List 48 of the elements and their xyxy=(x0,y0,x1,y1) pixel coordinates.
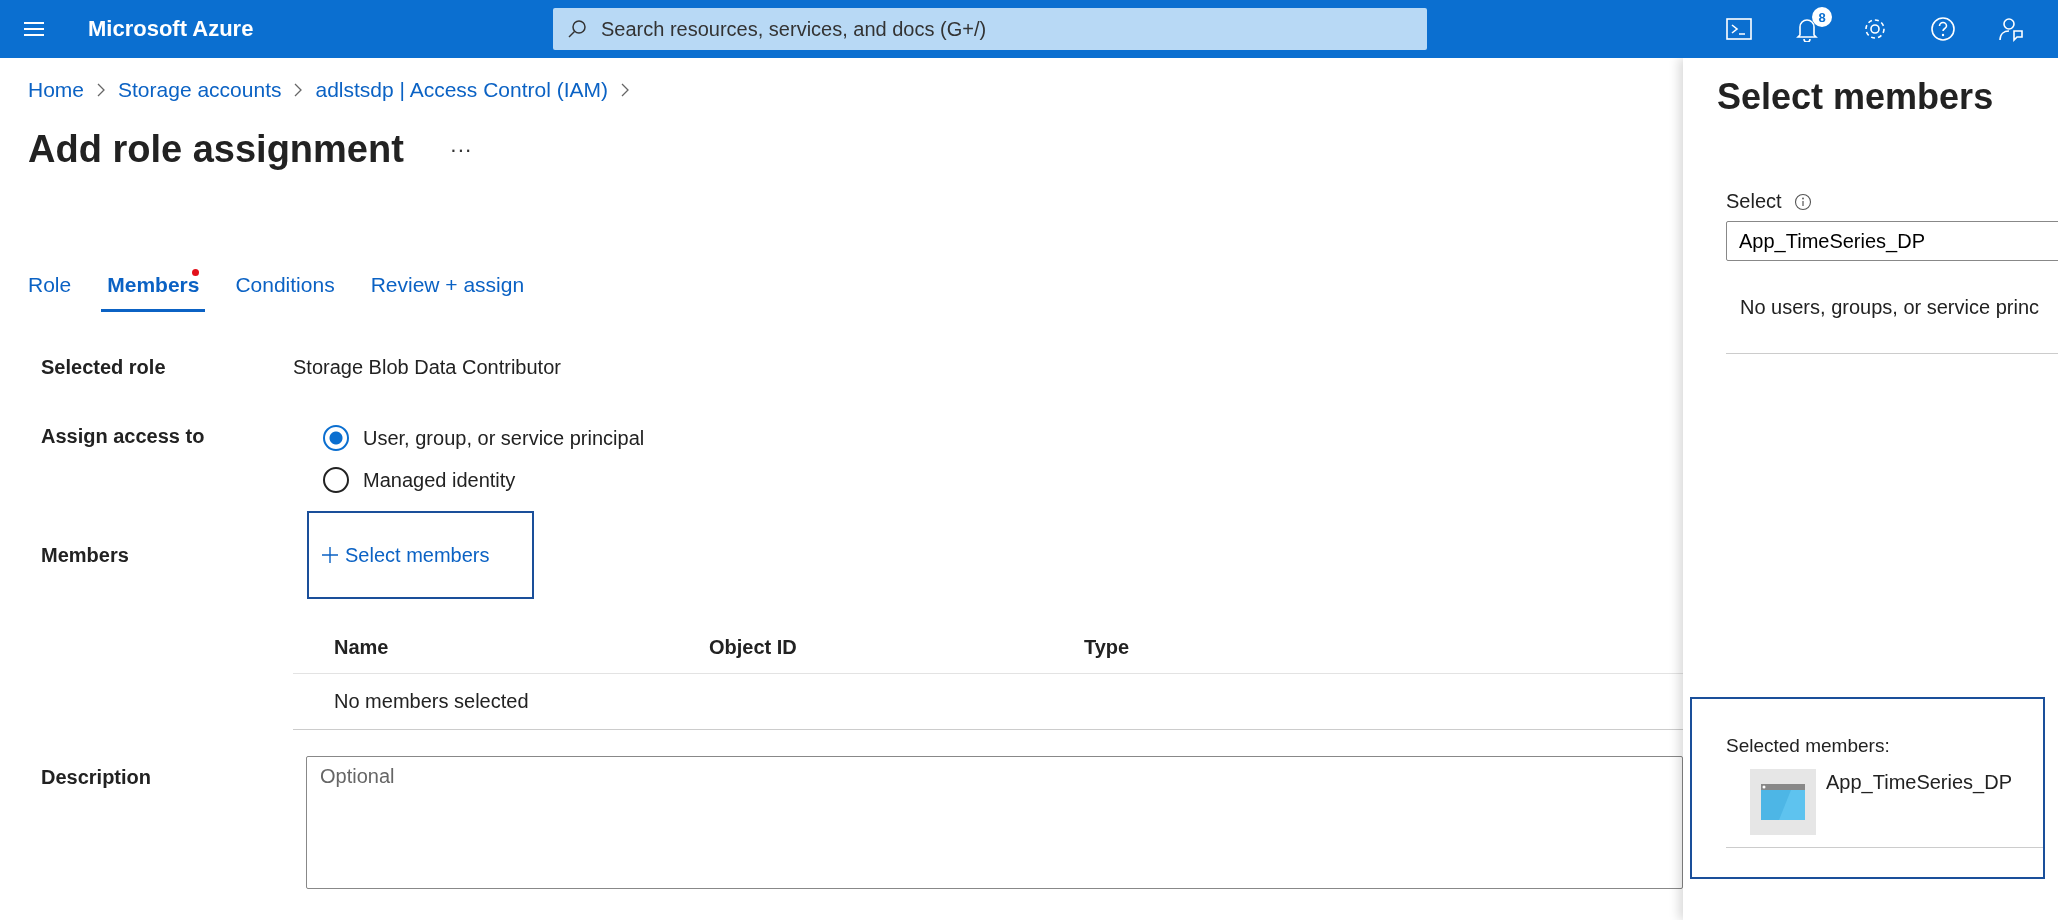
tab[interactable]: Conditions xyxy=(229,267,341,312)
select-members-button[interactable]: Select members xyxy=(307,511,534,599)
info-icon xyxy=(1793,192,1812,211)
tab[interactable]: Members xyxy=(101,267,206,312)
radio-label: Managed identity xyxy=(363,468,516,492)
plus-icon xyxy=(321,546,339,564)
more-button[interactable]: ··· xyxy=(443,135,478,164)
radio-button[interactable] xyxy=(323,467,349,493)
description-field[interactable]: Optional xyxy=(306,756,1683,889)
menu-icon[interactable] xyxy=(24,21,44,37)
search-icon xyxy=(567,19,587,39)
notification-count: 8 xyxy=(1812,7,1832,27)
feedback-icon[interactable] xyxy=(1998,16,2024,42)
breadcrumb-link[interactable]: Storage accounts xyxy=(118,78,282,102)
column-header: Name xyxy=(333,635,390,659)
tab[interactable]: Review + assign xyxy=(364,267,531,312)
radio-label: User, group, or service principal xyxy=(363,426,645,450)
member-search-field[interactable]: App_TimeSeries_DP xyxy=(1726,221,2058,261)
member-name: App_TimeSeries_DP xyxy=(1826,771,2012,794)
page-title: Add role assignment xyxy=(28,128,404,171)
panel-title: Select members xyxy=(1717,76,1995,118)
chevron-icon xyxy=(621,83,630,97)
search-field[interactable]: Search resources, services, and docs (G+/) xyxy=(553,8,1427,50)
bell-icon[interactable] xyxy=(1794,16,1820,42)
field-label: Description xyxy=(40,765,153,789)
radio-option[interactable]: Managed identity xyxy=(323,467,645,493)
chevron-icon xyxy=(97,83,106,97)
help-icon[interactable] xyxy=(1930,16,1956,42)
field-label: Members xyxy=(40,543,130,567)
field-label: Selected role xyxy=(40,356,167,379)
tab[interactable]: Role xyxy=(22,267,78,312)
section-label: Selected members: xyxy=(1726,735,1890,756)
field-label: Assign access to xyxy=(40,425,206,448)
settings-icon[interactable] xyxy=(1862,16,1888,42)
radio-option[interactable]: User, group, or service principal xyxy=(323,425,645,451)
column-header: Type xyxy=(1083,635,1131,659)
breadcrumb-link[interactable]: adlstsdp | Access Control (IAM) xyxy=(315,78,609,102)
column-header: Object ID xyxy=(708,635,798,659)
brand-title[interactable]: Microsoft Azure xyxy=(88,16,553,42)
empty-message: No members selected xyxy=(334,690,529,713)
radio-button[interactable] xyxy=(323,425,349,451)
results-message: No users, groups, or service princ xyxy=(1740,295,2039,319)
terminal-icon[interactable] xyxy=(1726,17,1752,41)
application-icon xyxy=(1750,769,1816,835)
chevron-icon xyxy=(294,83,303,97)
field-label: Select xyxy=(1726,190,1782,213)
breadcrumb-link[interactable]: Home xyxy=(28,78,85,102)
role-value: Storage Blob Data Contributor xyxy=(293,356,561,379)
